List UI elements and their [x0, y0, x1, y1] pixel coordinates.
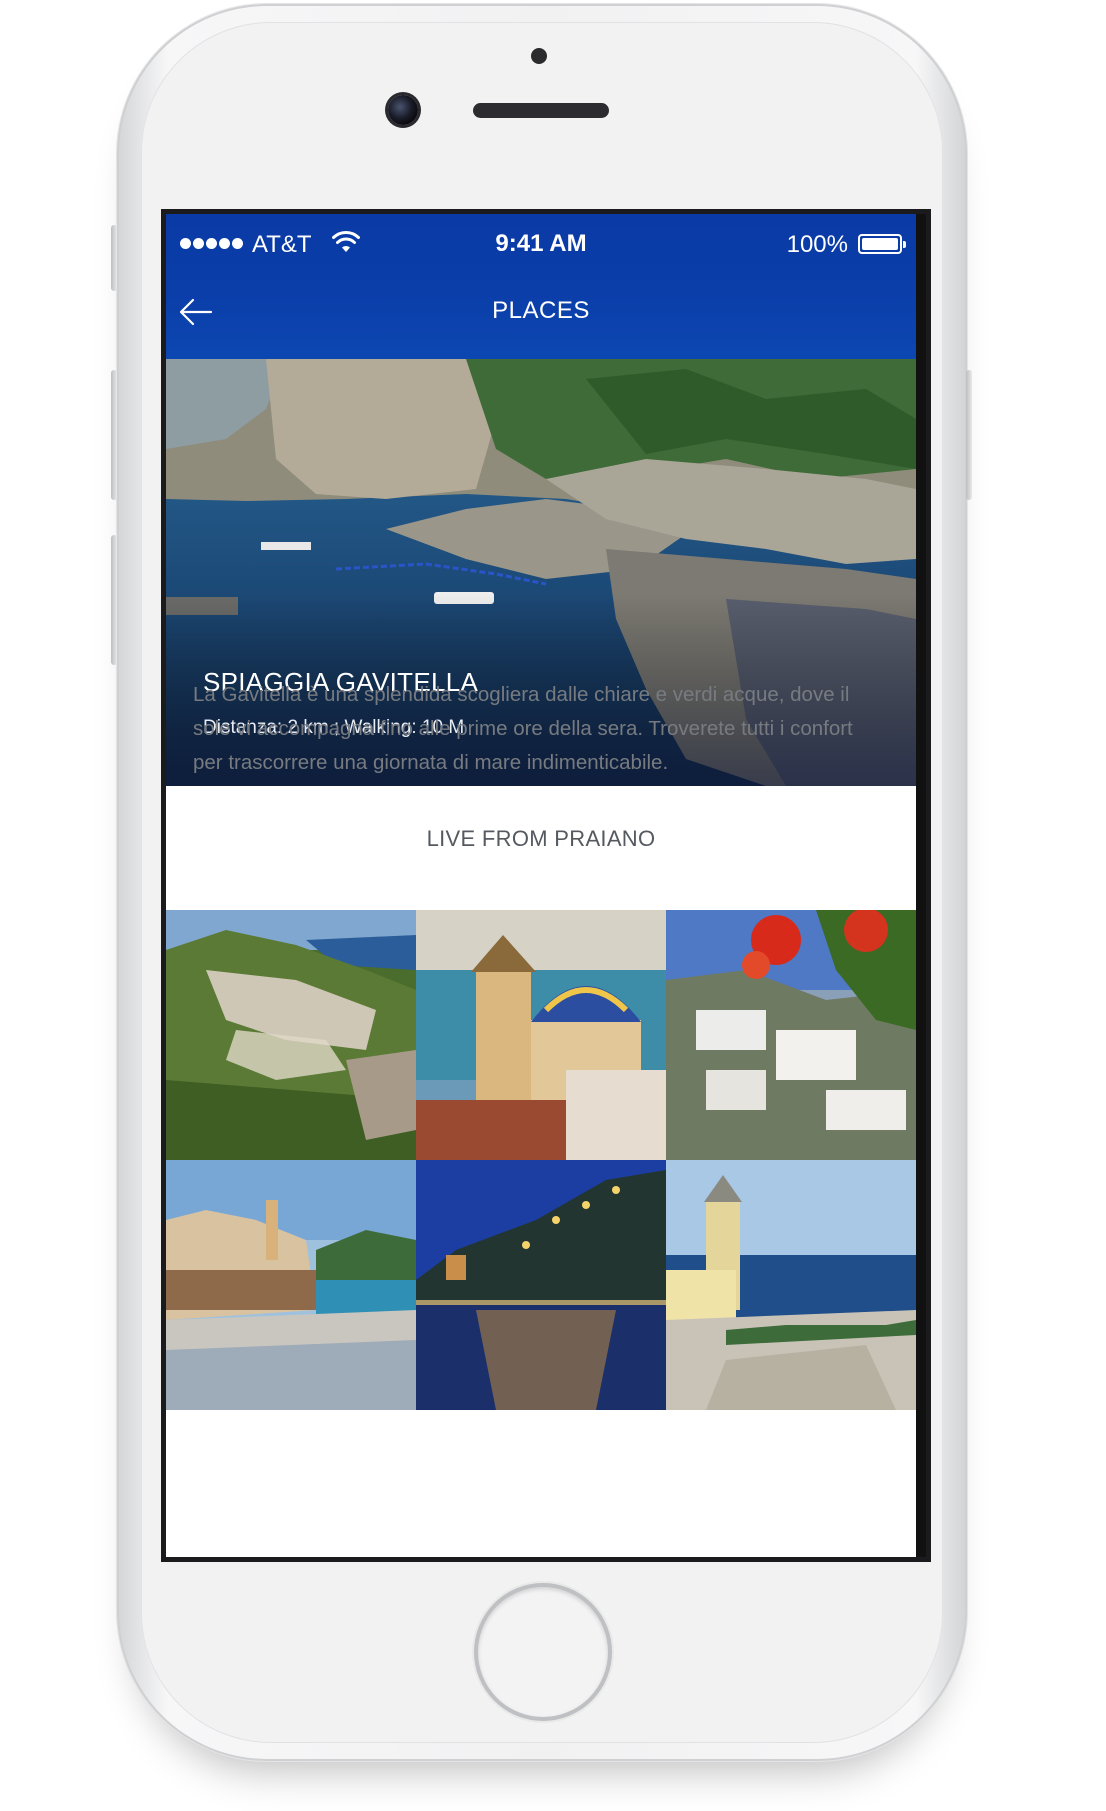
photo-tile-beach-town[interactable]: [166, 1160, 416, 1410]
earpiece-speaker: [473, 103, 609, 118]
proximity-sensor: [531, 48, 547, 64]
live-section-heading: LIVE FROM PRAIANO: [426, 826, 656, 851]
app-screen: AT&T 9:41 AM 100% PLACES SPIAGGIA GAVITE…: [166, 214, 916, 1557]
volume-up-button: [111, 370, 117, 500]
home-button[interactable]: [474, 1583, 612, 1721]
photo-tile-church-square[interactable]: [666, 1160, 916, 1410]
photo-tile-hillside-village[interactable]: [166, 910, 416, 1160]
navigation-bar: AT&T 9:41 AM 100% PLACES: [166, 214, 916, 359]
volume-down-button: [111, 535, 117, 665]
photo-tile-night-harbor[interactable]: [416, 1160, 666, 1410]
status-bar: AT&T 9:41 AM 100%: [166, 214, 916, 274]
photo-tile-flowers-village[interactable]: [666, 910, 916, 1160]
power-button: [966, 370, 972, 500]
battery-percentage: 100%: [786, 231, 848, 258]
mute-switch: [111, 225, 117, 291]
battery-icon: [858, 234, 906, 254]
photo-grid: [166, 910, 916, 1410]
photo-tile-church-dome[interactable]: [416, 910, 666, 1160]
phone-screen: AT&T 9:41 AM 100% PLACES SPIAGGIA GAVITE…: [161, 209, 931, 1562]
front-camera: [388, 95, 418, 125]
place-description: La Gavitella è una splendida scogliera d…: [193, 683, 853, 774]
page-title: PLACES: [492, 297, 590, 324]
